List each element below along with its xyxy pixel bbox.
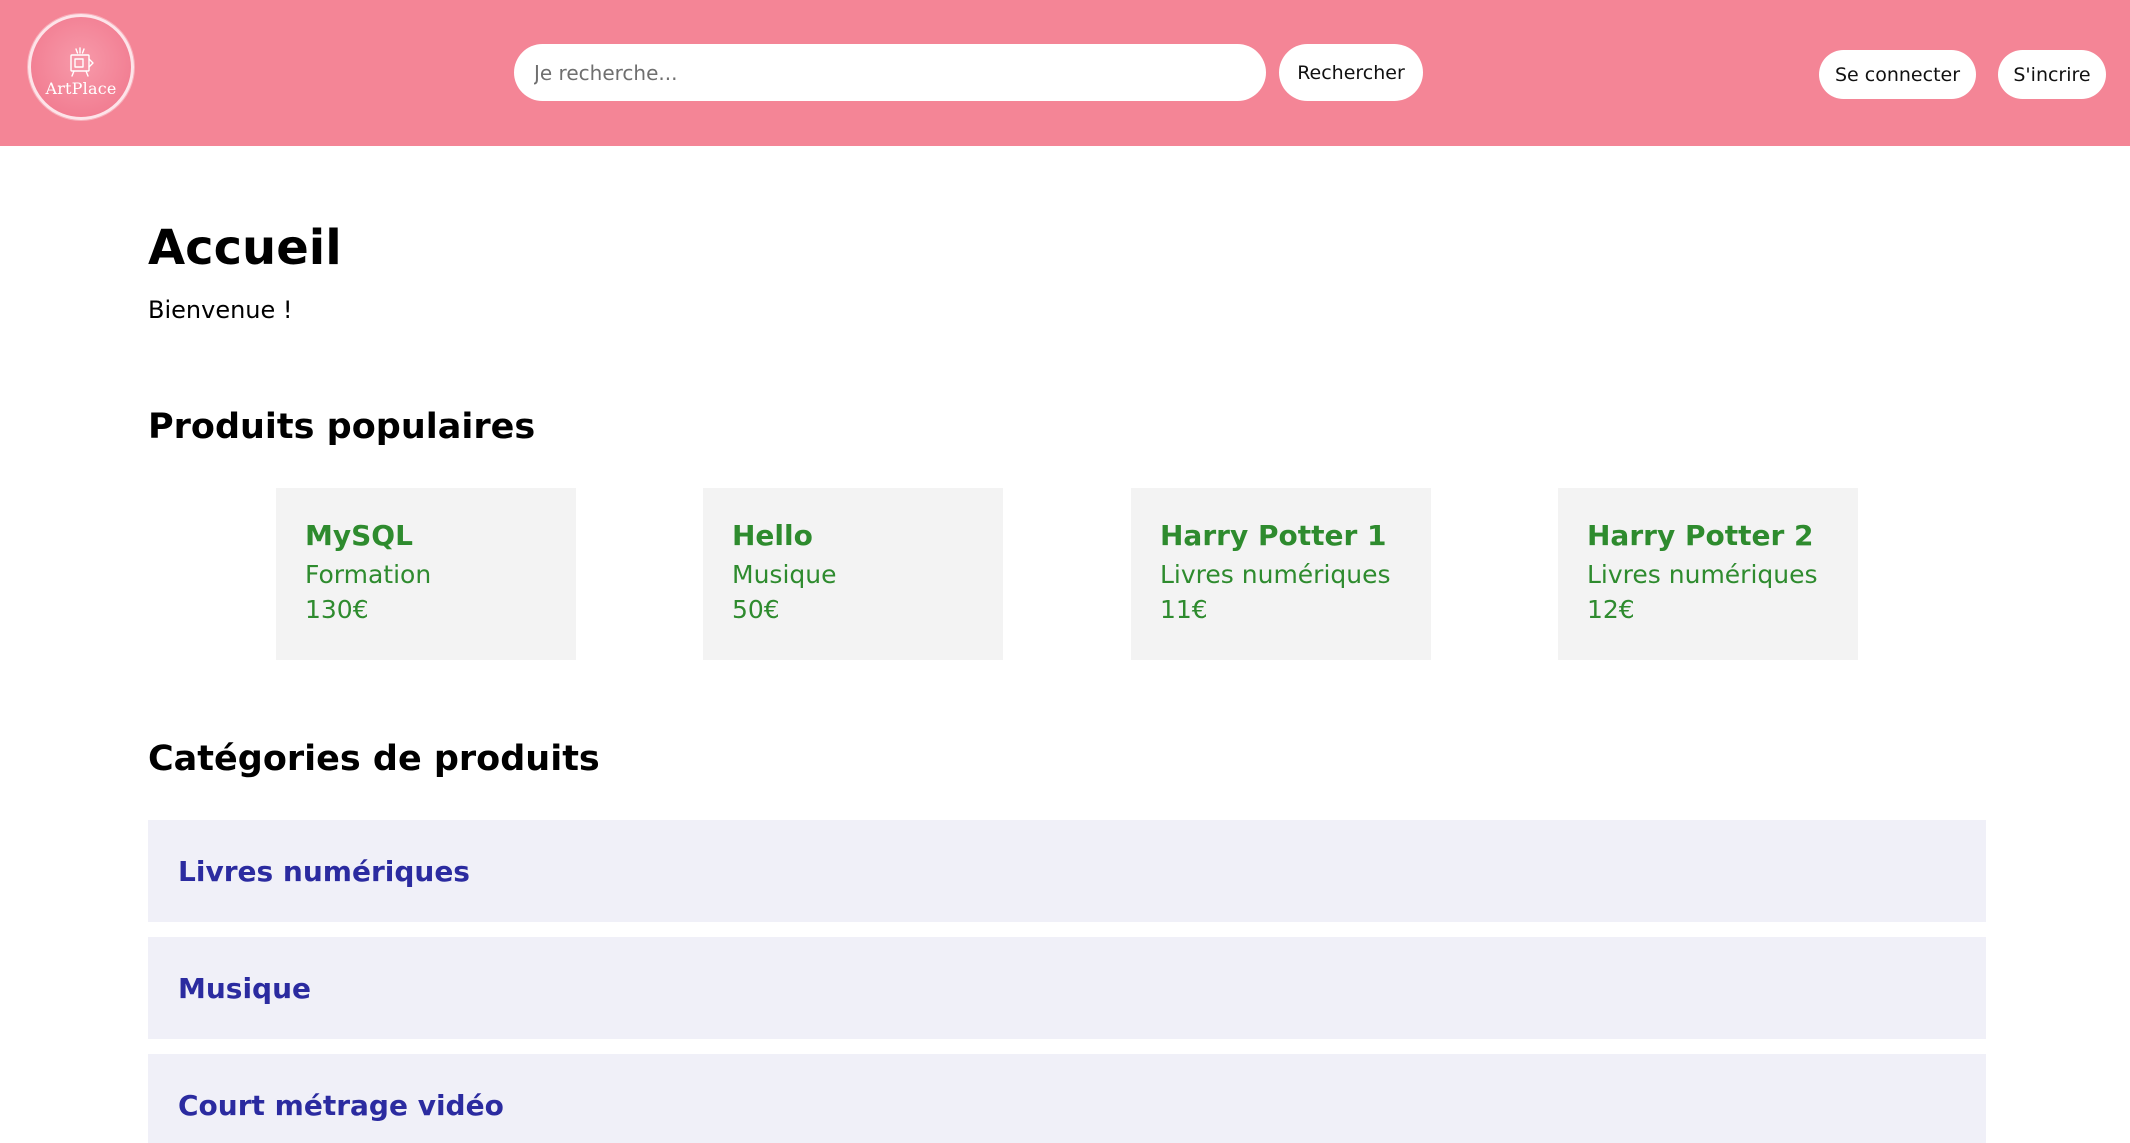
product-category: Musique xyxy=(732,560,837,589)
top-header: ArtPlace Rechercher Se connecter S'incri… xyxy=(0,0,2130,146)
artplace-logo[interactable]: ArtPlace xyxy=(28,14,134,120)
product-name: Hello xyxy=(732,519,813,552)
product-category: Livres numériques xyxy=(1587,560,1818,589)
search-button[interactable]: Rechercher xyxy=(1279,44,1423,101)
signup-button[interactable]: S'incrire xyxy=(1998,50,2106,99)
product-price: 50€ xyxy=(732,595,780,624)
product-card[interactable]: Harry Potter 1 Livres numériques 11€ xyxy=(1131,488,1431,660)
login-button[interactable]: Se connecter xyxy=(1819,50,1976,99)
search-input[interactable] xyxy=(514,44,1266,101)
popular-products-heading: Produits populaires xyxy=(148,407,536,447)
categories-heading: Catégories de produits xyxy=(148,739,600,779)
product-price: 130€ xyxy=(305,595,369,624)
product-name: Harry Potter 2 xyxy=(1587,519,1814,552)
category-label: Livres numériques xyxy=(178,854,470,888)
category-item[interactable]: Musique xyxy=(148,937,1986,1039)
product-category: Livres numériques xyxy=(1160,560,1391,589)
product-card[interactable]: Harry Potter 2 Livres numériques 12€ xyxy=(1558,488,1858,660)
logo-text: ArtPlace xyxy=(45,79,117,98)
welcome-text: Bienvenue ! xyxy=(148,296,293,324)
category-item[interactable]: Livres numériques xyxy=(148,820,1986,922)
page-title: Accueil xyxy=(148,220,342,276)
category-label: Musique xyxy=(178,971,312,1005)
product-name: Harry Potter 1 xyxy=(1160,519,1387,552)
product-category: Formation xyxy=(305,560,432,589)
category-item[interactable]: Court métrage vidéo xyxy=(148,1054,1986,1143)
product-price: 12€ xyxy=(1587,595,1635,624)
product-card[interactable]: MySQL Formation 130€ xyxy=(276,488,576,660)
easel-icon xyxy=(70,47,94,77)
product-price: 11€ xyxy=(1160,595,1208,624)
product-card[interactable]: Hello Musique 50€ xyxy=(703,488,1003,660)
category-label: Court métrage vidéo xyxy=(178,1089,504,1122)
product-name: MySQL xyxy=(305,519,413,552)
